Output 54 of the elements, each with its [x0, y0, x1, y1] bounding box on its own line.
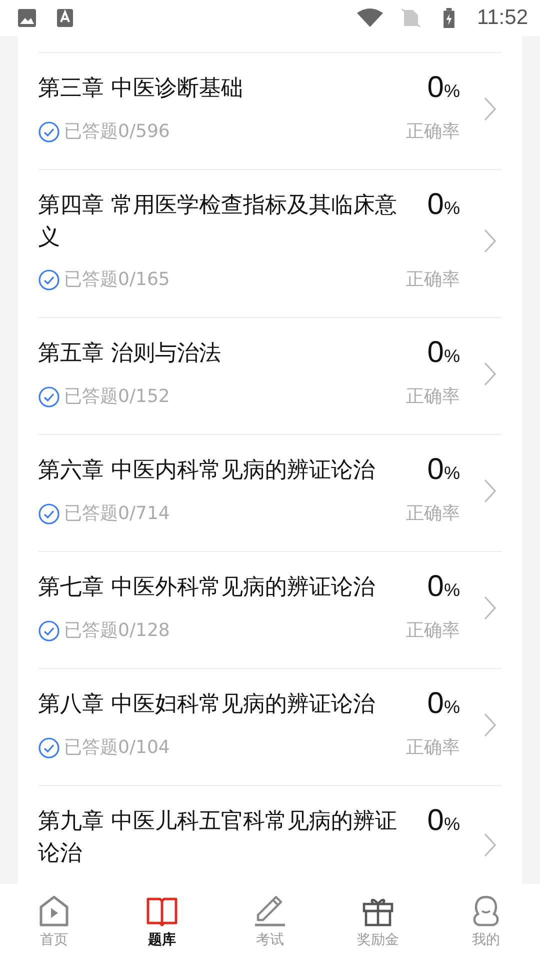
check-circle-icon — [38, 737, 60, 759]
chevron-right-icon — [484, 96, 496, 120]
answered-count: 已答题0/128 — [64, 619, 170, 643]
no-sim-icon — [401, 8, 421, 28]
accuracy-label: 正确率 — [406, 120, 460, 144]
accuracy-percent: 0% — [426, 190, 460, 223]
chapter-item[interactable]: 第八章 中医妇科常见病的辨证论治 0% 已答题0/104 正确率 — [38, 668, 502, 785]
check-circle-icon — [38, 269, 60, 291]
chapter-item[interactable]: 第六章 中医内科常见病的辨证论治 0% 已答题0/714 正确率 — [38, 434, 502, 551]
chevron-right-icon — [484, 596, 496, 620]
chapter-item[interactable]: 第四章 常用医学检查指标及其临床意义 0% 已答题0/165 正确率 — [38, 169, 502, 317]
answered-count: 已答题0/104 — [64, 736, 170, 760]
answered-count: 已答题0/596 — [64, 120, 170, 144]
chapter-title: 第六章 中医内科常见病的辨证论治 — [38, 457, 376, 485]
book-icon — [146, 895, 178, 927]
chapter-title: 第四章 常用医学检查指标及其临床意义 — [38, 192, 398, 252]
accuracy-percent: 0% — [426, 338, 460, 371]
chapter-title: 第五章 治则与治法 — [38, 340, 222, 368]
accuracy-label: 正确率 — [406, 619, 460, 643]
accuracy-percent: 0% — [426, 806, 460, 839]
check-circle-icon — [38, 121, 60, 143]
chevron-right-icon — [484, 478, 496, 502]
chapter-title: 第七章 中医外科常见病的辨证论治 — [38, 574, 376, 602]
chapter-item[interactable]: 第七章 中医外科常见病的辨证论治 0% 已答题0/128 正确率 — [38, 551, 502, 668]
check-circle-icon — [38, 386, 60, 408]
chevron-right-icon — [484, 229, 496, 253]
answered-count: 已答题0/165 — [64, 268, 170, 292]
answered-count: 已答题0/714 — [64, 502, 170, 526]
check-circle-icon — [38, 620, 60, 642]
check-circle-icon — [38, 503, 60, 525]
pencil-icon — [254, 895, 286, 927]
font-icon — [55, 8, 75, 28]
chapter-item[interactable]: 第五章 治则与治法 0% 已答题0/152 正确率 — [38, 317, 502, 434]
accuracy-label: 正确率 — [406, 502, 460, 526]
chevron-right-icon — [484, 362, 496, 386]
accuracy-label: 正确率 — [406, 268, 460, 292]
accuracy-percent: 0% — [426, 455, 460, 488]
wifi-icon — [357, 8, 383, 28]
home-play-icon — [38, 895, 70, 927]
accuracy-label: 正确率 — [406, 736, 460, 760]
clock-time: 11:52 — [477, 6, 528, 30]
chapter-title: 第九章 中医儿科五官科常见病的辨证论治 — [38, 808, 398, 868]
accuracy-percent: 0% — [426, 572, 460, 605]
chevron-right-icon — [484, 712, 496, 736]
accuracy-percent: 0% — [426, 689, 460, 722]
accuracy-label: 正确率 — [406, 385, 460, 409]
chapter-item[interactable]: 第三章 中医诊断基础 0% 已答题0/596 正确率 — [38, 52, 502, 169]
chapter-title: 第三章 中医诊断基础 — [38, 75, 244, 103]
chevron-right-icon — [484, 833, 496, 857]
answered-count: 已答题0/152 — [64, 385, 170, 409]
chapter-title: 第八章 中医妇科常见病的辨证论治 — [38, 691, 376, 719]
image-icon — [17, 8, 37, 28]
accuracy-percent: 0% — [426, 73, 460, 106]
nav-tab[interactable]: 题库 — [108, 884, 216, 960]
